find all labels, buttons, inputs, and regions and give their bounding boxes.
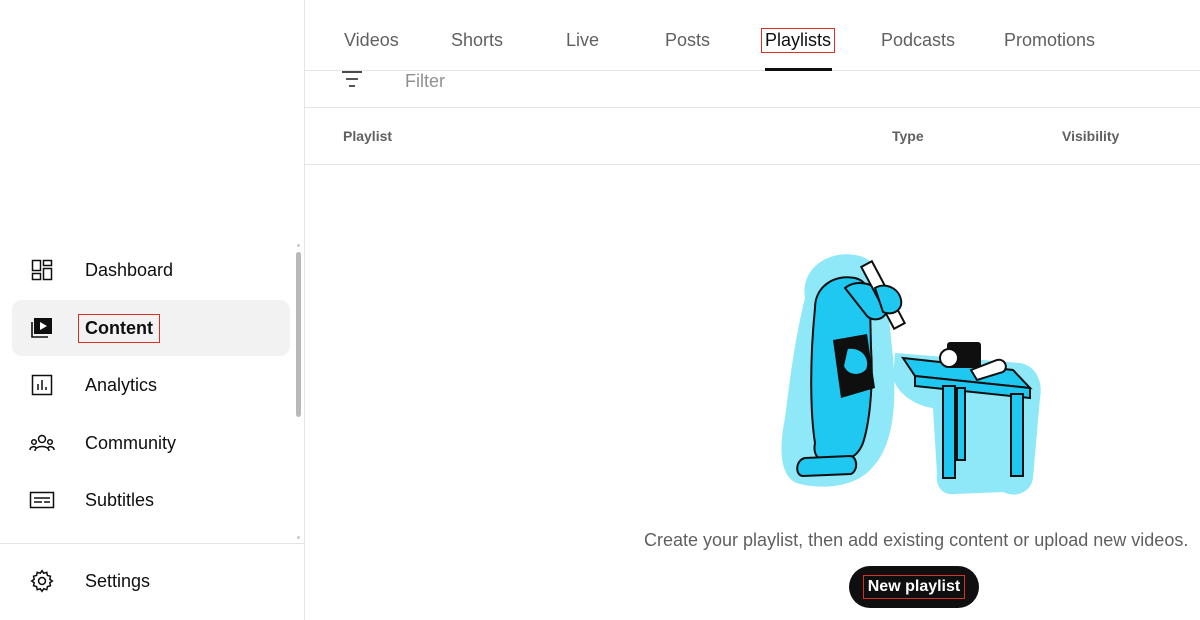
community-icon	[28, 429, 56, 457]
subtitles-icon	[28, 486, 56, 514]
sidebar: Dashboard Content Analytics Community Su…	[0, 0, 305, 620]
tab-live[interactable]: Live	[566, 30, 599, 51]
filter-icon[interactable]	[341, 71, 363, 91]
empty-state-message: Create your playlist, then add existing …	[644, 530, 1189, 550]
tab-playlists[interactable]: Playlists	[760, 28, 836, 53]
table-header: Playlist Type Visibility	[305, 108, 1200, 165]
sidebar-item-label: Dashboard	[85, 259, 174, 280]
column-header-playlist[interactable]: Playlist	[343, 128, 392, 144]
new-playlist-button[interactable]: New playlist	[849, 566, 979, 608]
dashboard-icon	[28, 256, 56, 284]
sidebar-item-label: Subtitles	[85, 489, 155, 510]
sidebar-item-content[interactable]: Content	[12, 300, 290, 356]
sidebar-item-label: Community	[85, 432, 177, 453]
tab-podcasts[interactable]: Podcasts	[881, 30, 955, 51]
sidebar-item-label: Content	[78, 313, 160, 343]
sidebar-scrollbar[interactable]	[296, 252, 301, 417]
scroll-up-arrow[interactable]	[297, 244, 300, 247]
sidebar-item-dashboard[interactable]: Dashboard	[12, 242, 290, 298]
sidebar-item-label: Settings	[85, 570, 151, 591]
new-playlist-button-label: New playlist	[862, 575, 966, 599]
empty-playlist-illustration	[781, 254, 1041, 495]
column-header-type[interactable]: Type	[892, 128, 924, 144]
tab-posts[interactable]: Posts	[665, 30, 710, 51]
main-content: Videos Shorts Live Posts Playlists Podca…	[305, 0, 1200, 620]
sidebar-item-analytics[interactable]: Analytics	[12, 357, 290, 413]
divider	[0, 543, 305, 544]
sidebar-item-subtitles[interactable]: Subtitles	[12, 472, 290, 528]
tab-shorts[interactable]: Shorts	[451, 30, 503, 51]
sidebar-item-community[interactable]: Community	[12, 415, 290, 471]
sidebar-item-settings[interactable]: Settings	[12, 553, 290, 609]
content-tabs: Videos Shorts Live Posts Playlists Podca…	[305, 0, 1200, 71]
tab-promotions[interactable]: Promotions	[1004, 30, 1095, 51]
scroll-down-arrow[interactable]	[297, 536, 300, 539]
filter-input[interactable]: Filter	[405, 71, 445, 92]
content-icon	[28, 314, 56, 342]
column-header-visibility[interactable]: Visibility	[1062, 128, 1119, 144]
sidebar-item-label: Analytics	[85, 374, 158, 395]
analytics-icon	[28, 371, 56, 399]
gear-icon	[28, 567, 56, 595]
tab-videos[interactable]: Videos	[344, 30, 399, 51]
filter-bar[interactable]: Filter	[305, 71, 1200, 108]
